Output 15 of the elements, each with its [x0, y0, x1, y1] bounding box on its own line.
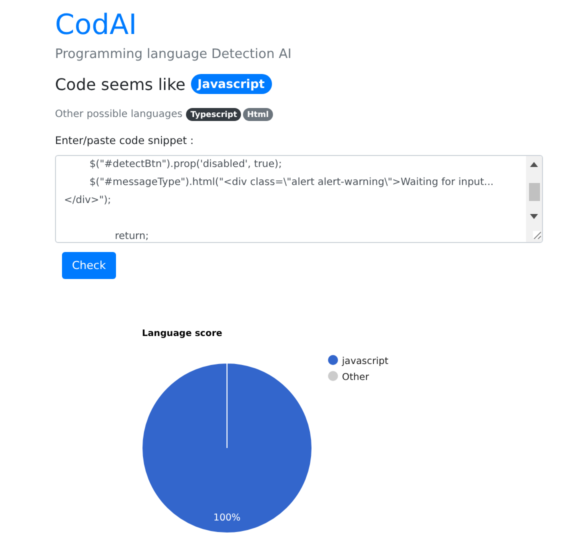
- legend-dot: [328, 355, 338, 365]
- language-badge: Typescript: [186, 108, 242, 121]
- legend-dot: [328, 371, 338, 381]
- other-languages-label: Other possible languages: [55, 109, 182, 120]
- language-badge: Javascript: [190, 74, 272, 94]
- chart-title: Language score: [142, 329, 222, 339]
- result-label: Code seems like: [55, 74, 186, 94]
- app-subtitle: Programming language Detection AI: [55, 47, 292, 62]
- snippet-label: Enter/paste code snippet :: [55, 135, 195, 147]
- check-button[interactable]: Check: [62, 252, 116, 279]
- legend-label: javascript: [342, 356, 388, 367]
- app-title: CodAI: [55, 8, 138, 42]
- slice-label: 100%: [213, 512, 241, 524]
- legend-label: Other: [342, 372, 369, 383]
- language-badge: Html: [243, 108, 273, 121]
